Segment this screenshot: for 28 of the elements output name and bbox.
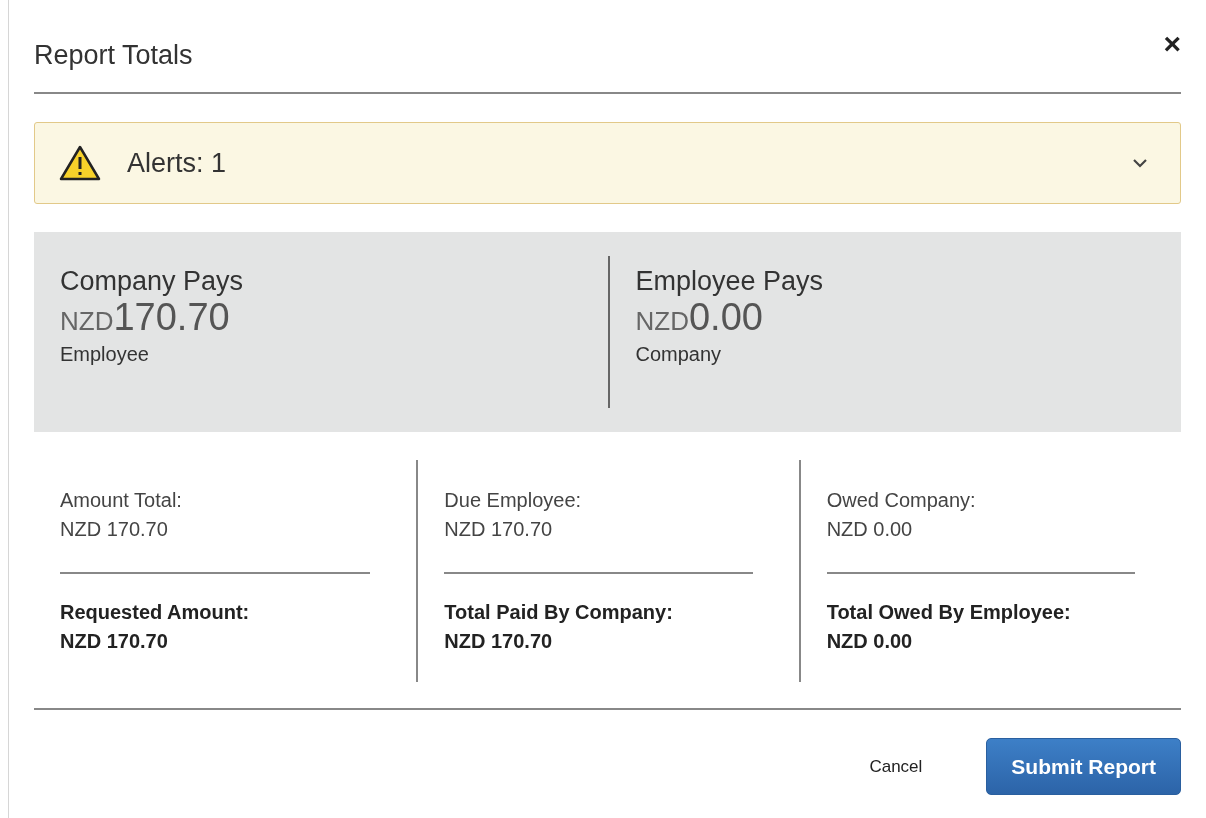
dialog-title: Report Totals (34, 39, 193, 72)
detail-value: NZD 170.70 (60, 517, 169, 542)
pays-heading: Employee Pays (635, 266, 825, 296)
detail-value: NZD 170.70 (444, 517, 554, 542)
cancel-button[interactable]: Cancel (863, 755, 929, 778)
party-label: Employee (60, 342, 150, 366)
amount-value: 0.00 (688, 296, 763, 338)
total-value: NZD 170.70 (60, 629, 169, 654)
total-label: Total Paid By Company: (444, 600, 674, 625)
pays-heading: Company Pays (60, 266, 245, 296)
detail-label: Amount Total: (60, 488, 183, 513)
close-button[interactable]: × (1163, 34, 1181, 54)
total-label: Requested Amount: (60, 600, 251, 625)
detail-label: Owed Company: (826, 488, 977, 513)
detail-value: NZD 0.00 (826, 517, 914, 542)
detail-label: Due Employee: (444, 488, 583, 513)
alerts-panel[interactable]: Alerts: 1 (34, 122, 1181, 204)
total-label: Total Owed By Employee: (826, 600, 1072, 625)
currency-code: NZD (60, 305, 114, 338)
warning-icon (59, 145, 101, 181)
currency-code: NZD (635, 305, 689, 338)
amount-value: 170.70 (113, 296, 230, 338)
total-value: NZD 170.70 (444, 629, 554, 654)
alerts-label: Alerts: 1 (127, 147, 228, 179)
submit-report-button[interactable]: Submit Report (986, 738, 1181, 795)
chevron-icon (1132, 158, 1148, 168)
party-label: Company (635, 342, 723, 366)
total-value: NZD 0.00 (826, 629, 914, 654)
